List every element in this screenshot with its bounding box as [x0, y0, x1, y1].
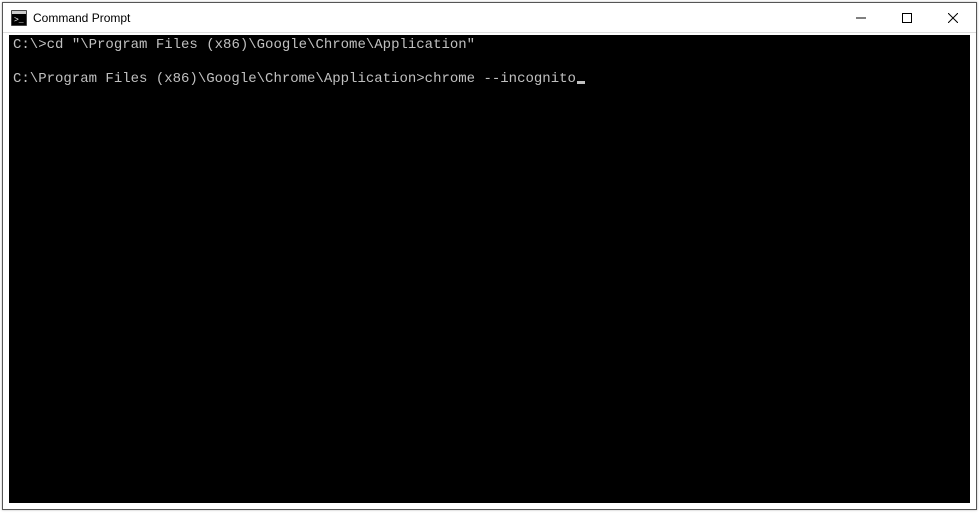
terminal-command: chrome --incognito [425, 71, 576, 87]
terminal-command: cd "\Program Files (x86)\Google\Chrome\A… [47, 37, 475, 53]
titlebar[interactable]: >_ Command Prompt [3, 3, 976, 33]
terminal-line: C:\>cd "\Program Files (x86)\Google\Chro… [13, 37, 966, 54]
terminal-prompt: C:\> [13, 37, 47, 53]
svg-text:>_: >_ [14, 16, 24, 25]
terminal-output[interactable]: C:\>cd "\Program Files (x86)\Google\Chro… [3, 33, 976, 509]
maximize-button[interactable] [884, 3, 930, 32]
terminal-prompt: C:\Program Files (x86)\Google\Chrome\App… [13, 71, 425, 87]
window-controls [838, 3, 976, 32]
terminal-line: C:\Program Files (x86)\Google\Chrome\App… [13, 71, 966, 88]
command-prompt-window: >_ Command Prompt C:\>cd "\Program Files… [2, 2, 977, 510]
close-button[interactable] [930, 3, 976, 32]
terminal-blank-line [13, 54, 966, 71]
minimize-button[interactable] [838, 3, 884, 32]
command-prompt-icon: >_ [11, 10, 27, 26]
window-title: Command Prompt [33, 11, 838, 25]
terminal-cursor [577, 81, 585, 84]
